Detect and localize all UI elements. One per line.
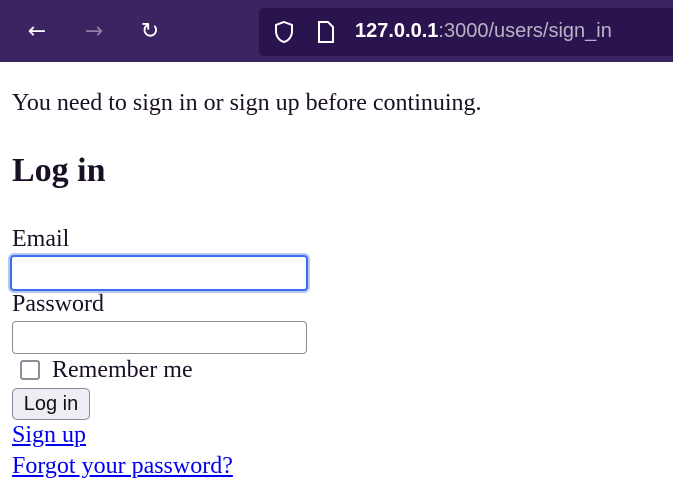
url-text[interactable]: 127.0.0.1:3000/users/sign_in <box>355 20 612 43</box>
back-arrow-icon[interactable]: ← <box>24 19 50 45</box>
browser-toolbar: ← → ↻ 127.0.0.1:3000/users/sign_in <box>0 0 673 62</box>
remember-me-label[interactable]: Remember me <box>52 357 193 383</box>
forward-arrow-icon[interactable]: → <box>81 19 107 45</box>
shield-icon[interactable] <box>273 20 295 44</box>
address-bar[interactable]: 127.0.0.1:3000/users/sign_in <box>259 8 673 56</box>
email-label: Email <box>12 226 70 252</box>
log-in-button[interactable]: Log in <box>12 388 90 420</box>
remember-me-checkbox[interactable] <box>20 360 40 380</box>
page-icon <box>318 21 334 43</box>
password-input[interactable] <box>12 321 307 354</box>
page-title: Log in <box>12 152 106 189</box>
forgot-password-link[interactable]: Forgot your password? <box>12 453 233 479</box>
email-input[interactable] <box>10 255 308 291</box>
url-host: 127.0.0.1 <box>355 20 439 42</box>
flash-notice: You need to sign in or sign up before co… <box>12 90 482 116</box>
url-path: :3000/users/sign_in <box>438 20 612 42</box>
sign-up-link[interactable]: Sign up <box>12 422 86 448</box>
reload-icon[interactable]: ↻ <box>137 19 163 45</box>
password-label: Password <box>12 291 105 317</box>
